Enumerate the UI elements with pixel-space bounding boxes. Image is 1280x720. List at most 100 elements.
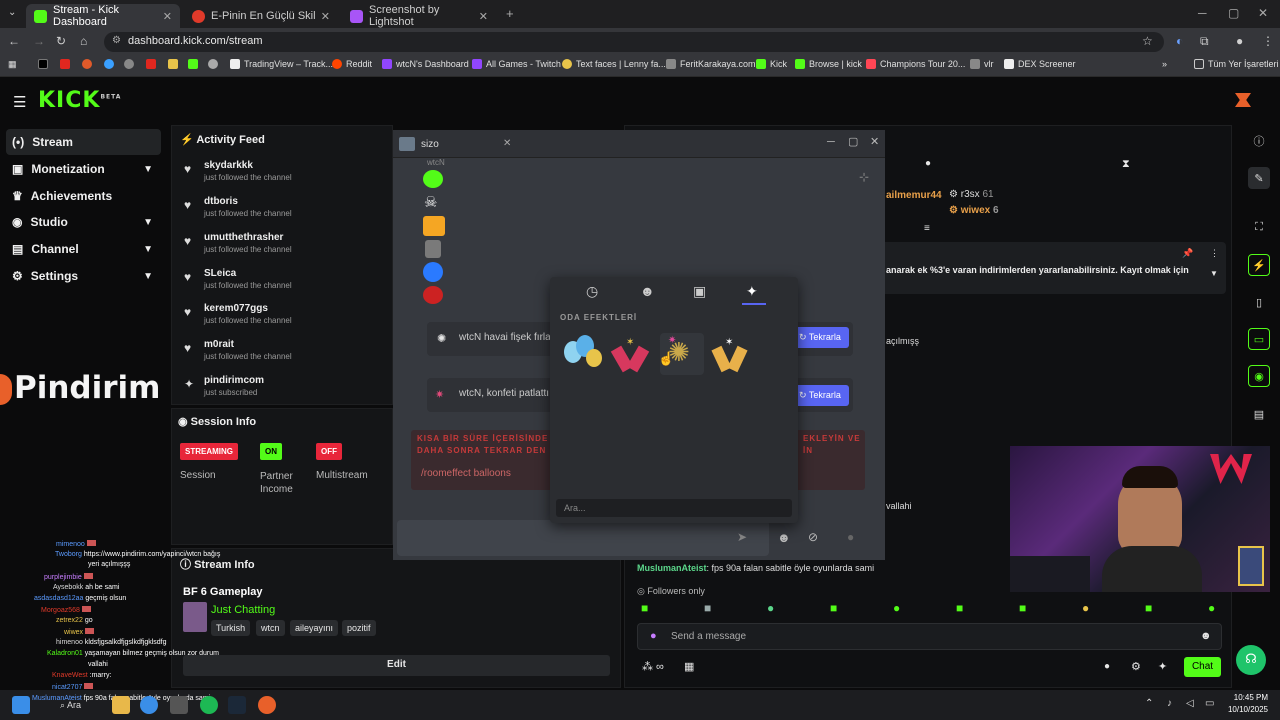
home-icon[interactable]: ⌂: [80, 34, 87, 48]
infinity-icon[interactable]: ⁂ ∞: [642, 660, 664, 673]
emote-icon[interactable]: ■: [704, 601, 711, 615]
hamburger-menu-icon[interactable]: ☰: [13, 93, 26, 111]
extensions-icon[interactable]: ⧉: [1200, 34, 1209, 49]
profile-avatar[interactable]: ●: [1236, 34, 1243, 48]
chat-options-icon[interactable]: ●: [1104, 661, 1110, 672]
back-icon[interactable]: ←: [8, 34, 20, 48]
attachment-icon[interactable]: ⊘: [808, 530, 818, 544]
minimize-icon[interactable]: ─: [827, 136, 835, 148]
bookmark-icon[interactable]: [124, 59, 134, 69]
maximize-icon[interactable]: ▢: [848, 135, 858, 148]
tab-pindirim[interactable]: E-Pinin En Güçlü Skilli - Pindirin ✕: [184, 4, 338, 28]
repeat-button[interactable]: ↻ Tekrarla: [791, 327, 849, 348]
bookmark-star-icon[interactable]: ☆: [1142, 34, 1153, 48]
support-headset-icon[interactable]: ☊: [1236, 645, 1266, 675]
bookmark-twitch-games[interactable]: All Games - Twitch: [472, 59, 561, 69]
mic-tray-icon[interactable]: ♪: [1167, 698, 1172, 709]
collapse-icon[interactable]: ≡: [924, 223, 930, 234]
send-icon[interactable]: ➤: [737, 530, 747, 544]
top-user[interactable]: ailmemur44: [886, 190, 942, 201]
emote-icon[interactable]: ●: [767, 601, 774, 615]
emoji-icon[interactable]: ☻: [777, 530, 791, 545]
bookmark-tradingview[interactable]: TradingView – Track...: [230, 59, 333, 69]
site-info-icon[interactable]: ⚙: [112, 35, 121, 46]
mic-icon[interactable]: ●: [650, 630, 657, 642]
app-icon[interactable]: [258, 696, 276, 714]
users-icon[interactable]: ✦: [1158, 660, 1167, 673]
close-tab-icon[interactable]: ✕: [163, 10, 172, 23]
bookmark-wtcn-dashboard[interactable]: wtcN's Dashboard: [382, 59, 469, 69]
bookmark-icon[interactable]: [188, 59, 198, 69]
store-icon[interactable]: ▦: [684, 660, 694, 673]
mic-icon[interactable]: ●: [847, 530, 854, 544]
hourglass-icon[interactable]: ⧗: [1122, 158, 1130, 171]
steam-icon[interactable]: [228, 696, 246, 714]
effects-tab-icon[interactable]: ✦: [746, 283, 758, 300]
bookmark-kick[interactable]: Kick: [756, 59, 787, 69]
bookmark-vlr[interactable]: vlr: [970, 59, 994, 69]
app-icon[interactable]: [170, 696, 188, 714]
chat-icon[interactable]: ▭: [1248, 328, 1270, 350]
more-icon[interactable]: ⋮: [1210, 248, 1219, 259]
bookmark-feritkarakaya[interactable]: FeritKarakaya.com: [666, 59, 756, 69]
emote-icon[interactable]: ●: [1208, 601, 1215, 615]
close-window-icon[interactable]: ✕: [1258, 6, 1268, 20]
printer-icon[interactable]: ▤: [1248, 403, 1270, 425]
emote-icon[interactable]: ■: [956, 601, 963, 615]
edit-stream-button[interactable]: Edit: [183, 655, 610, 676]
bookmark-icon[interactable]: [208, 59, 218, 69]
bookmark-reddit[interactable]: Reddit: [332, 59, 372, 69]
kick-logo[interactable]: KICKBETA: [38, 88, 121, 113]
youtube-bookmark-icon[interactable]: [60, 59, 70, 69]
bookmark-icon[interactable]: [168, 59, 178, 69]
close-window-icon[interactable]: ✕: [870, 135, 879, 148]
windows-start-icon[interactable]: [12, 696, 30, 714]
document-icon[interactable]: ▯: [1248, 291, 1270, 313]
chrome-icon[interactable]: [140, 696, 158, 714]
menu-dots-icon[interactable]: ⋮: [1262, 34, 1274, 48]
more-bookmarks-icon[interactable]: »: [1162, 59, 1167, 69]
bolt-icon[interactable]: ⚡: [1248, 254, 1270, 276]
chat-send-button[interactable]: Chat: [1184, 657, 1221, 677]
apps-grid-icon[interactable]: ▦: [8, 59, 17, 70]
file-explorer-icon[interactable]: [112, 696, 130, 714]
picker-search-input[interactable]: Ara...: [556, 499, 792, 517]
taskbar-search[interactable]: ⌕ Ara: [60, 700, 81, 711]
chat-bubble-icon[interactable]: ●: [925, 158, 931, 169]
bookmark-dex[interactable]: DEX Screener: [1004, 59, 1076, 69]
bookmark-browse-kick[interactable]: Browse | kick: [795, 59, 862, 69]
emote-icon[interactable]: ■: [830, 601, 837, 615]
close-tab-icon[interactable]: ✕: [479, 10, 488, 23]
sticker-tab-icon[interactable]: ▣: [693, 283, 706, 300]
network-icon[interactable]: ▭: [1205, 698, 1214, 709]
extension-icon[interactable]: ◐: [1176, 34, 1183, 48]
sidebar-item-studio[interactable]: ◉ Studio ▼: [6, 209, 161, 235]
recent-tab-icon[interactable]: ◷: [586, 283, 598, 300]
emote-icon[interactable]: ■: [1019, 601, 1026, 615]
pin-icon[interactable]: 📌: [1182, 248, 1193, 259]
top-user[interactable]: ⚙ r3sx 61: [949, 189, 994, 200]
all-bookmarks[interactable]: Tüm Yer İşaretleri: [1194, 59, 1279, 69]
emoji-icon[interactable]: ☻: [1200, 630, 1212, 642]
sidebar-item-settings[interactable]: ⚙ Settings ▼: [6, 263, 161, 289]
close-tab-icon[interactable]: ✕: [503, 138, 511, 149]
url-field[interactable]: ⚙ dashboard.kick.com/stream: [104, 32, 1164, 52]
emote-icon[interactable]: ■: [641, 601, 648, 615]
bookmark-icon[interactable]: [146, 59, 156, 69]
emote-icon[interactable]: ■: [1145, 601, 1152, 615]
info-icon[interactable]: ⓘ: [1248, 130, 1270, 152]
tab-lightshot[interactable]: Screenshot by Lightshot ✕: [342, 4, 496, 28]
add-reaction-icon[interactable]: ⊹: [859, 170, 869, 184]
repeat-button[interactable]: ↻ Tekrarla: [791, 385, 849, 406]
clock-date[interactable]: 10/10/2025: [1224, 705, 1268, 714]
message-input[interactable]: [397, 520, 769, 556]
tab-kick-dashboard[interactable]: Stream - Kick Dashboard ✕: [26, 4, 180, 28]
sidebar-item-monetization[interactable]: ▣ Monetization ▼: [6, 156, 161, 182]
close-tab-icon[interactable]: ✕: [321, 10, 330, 23]
x-bookmark-icon[interactable]: [38, 59, 48, 69]
chat-input[interactable]: ● Send a message ☻: [637, 623, 1222, 650]
bookmark-icon[interactable]: [104, 59, 114, 69]
maximize-icon[interactable]: ▢: [1228, 6, 1239, 20]
emoji-tab-icon[interactable]: ☻: [640, 283, 655, 299]
bookmark-champions-tour[interactable]: Champions Tour 20...: [866, 59, 965, 69]
